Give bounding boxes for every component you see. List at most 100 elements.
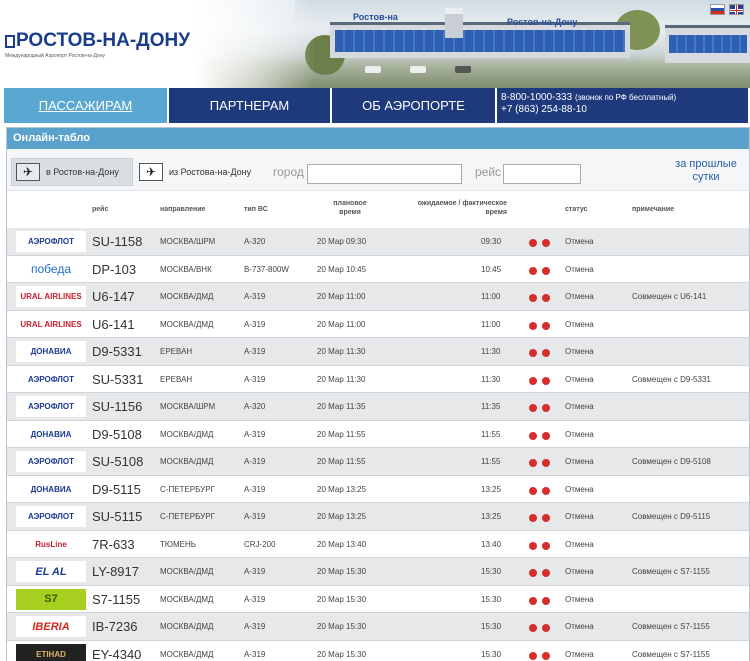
aircraft-type: A-320 (244, 237, 266, 246)
airline-logo: EL AL (16, 561, 86, 582)
flight-number: S7-1155 (92, 591, 141, 607)
flight-number: LY-8917 (92, 564, 139, 579)
photo-sign-left: Ростов-на (353, 12, 398, 22)
table-row: ETIHAD EY-4340 МОСКВА/ДМД A-319 20 Мар 15:30… (7, 640, 749, 661)
flight-direction: МОСКВА/ШРМ (160, 402, 216, 411)
planned-time: 20 Мар 11:00 (317, 292, 366, 301)
flight-direction: МОСКВА/ДМД (160, 649, 214, 659)
status-dot-icon (529, 349, 537, 357)
status-dot-icon (542, 349, 550, 357)
airline-logo: ДОНАВИА (16, 423, 86, 445)
logo-title: РОСТОВ-НА-ДОНУ (16, 30, 191, 51)
nav-passengers[interactable]: ПАССАЖИРАМ (4, 88, 167, 123)
airline-logo: S7 (16, 588, 86, 610)
table-row: RusLine 7R-633 ТЮМЕНЬ CRJ-200 20 Мар 13:40 13… (7, 530, 749, 558)
table-row: URAL AIRLINES U6-147 МОСКВА/ДМД A-319 20 Мар… (7, 283, 749, 311)
flight-note: Совмещен с D9-5108 (632, 457, 711, 466)
flight-number: DP-103 (92, 261, 137, 277)
flight-direction: ЕРЕВАН (160, 347, 193, 356)
flight-input[interactable] (503, 164, 581, 184)
actual-time: 15:30 (481, 649, 502, 659)
flight-note: Совмещен с U6-141 (632, 292, 707, 301)
flight-number: SU-5108 (92, 454, 144, 469)
status-dot-icon (542, 266, 550, 275)
planned-time: 20 Мар 11:55 (317, 429, 366, 439)
status-dot-icon (529, 376, 537, 385)
aircraft-type: A-319 (244, 622, 266, 631)
flight-status: Отмена (565, 429, 594, 439)
contact-phone-free[interactable]: 8-800-1000-333 (501, 92, 572, 103)
flight-direction: МОСКВА/ДМД (160, 567, 214, 576)
flag-en-icon[interactable] (729, 4, 744, 15)
flight-note: Совмещен с S7-1155 (632, 649, 710, 659)
status-dot-icon (542, 294, 550, 302)
contact-phone[interactable]: +7 (863) 254-88-10 (501, 104, 744, 116)
planned-time: 20 Мар 10:45 (317, 264, 367, 274)
city-input[interactable] (307, 164, 462, 184)
status-dot-icon (542, 321, 550, 330)
status-dot-icon (542, 514, 550, 522)
table-row: URAL AIRLINES U6-141 МОСКВА/ДМД A-319 20 Мар… (7, 310, 749, 338)
actual-time: 11:55 (481, 457, 501, 466)
tab-arrivals[interactable]: ✈ в Ростов-на-Дону (11, 158, 133, 186)
nav-partners[interactable]: ПАРТНЕРАМ (169, 88, 330, 123)
city-label: город (273, 165, 304, 179)
flight-number: SU-1156 (92, 399, 143, 414)
photo-sign-right: Ростов-на-Дону (507, 17, 578, 27)
aircraft-type: A-319 (244, 512, 266, 521)
status-dot-icon (542, 541, 550, 550)
aircraft-type: A-319 (244, 292, 266, 301)
airline-logo: URAL AIRLINES (16, 313, 86, 335)
site-header: РОСТОВ-НА-ДОНУ Международный Аэропорт Ро… (0, 0, 750, 88)
past-day-link[interactable]: за прошлые сутки (673, 158, 739, 184)
flight-number: 7R-633 (92, 536, 135, 552)
table-row: АЭРОФЛОТ SU-1156 МОСКВА/ШРМ A-320 20 Мар 11:… (7, 393, 749, 421)
status-dot-icon (542, 431, 550, 440)
planned-time: 20 Мар 11:00 (317, 319, 366, 329)
table-row: АЭРОФЛОТ SU-1158 МОСКВА/ШРМ A-320 20 Мар 09:… (7, 228, 749, 256)
actual-time: 13:25 (481, 512, 502, 521)
logo-mark-icon (5, 34, 15, 48)
aircraft-type: B-737-800W (244, 264, 289, 274)
table-row: АЭРОФЛОТ SU-5108 МОСКВА/ДМД A-319 20 Мар 11:… (7, 448, 749, 476)
airline-logo: IBERIA (16, 616, 86, 637)
actual-time: 11:30 (481, 374, 501, 384)
header-planned: плановое время (333, 200, 367, 216)
flag-ru-icon[interactable] (710, 4, 725, 15)
table-body: АЭРОФЛОТ SU-1158 МОСКВА/ШРМ A-320 20 Мар 09:… (7, 228, 749, 661)
airline-logo: ДОНАВИА (16, 341, 86, 362)
status-dot-icon (529, 596, 537, 605)
table-row: EL AL LY-8917 МОСКВА/ДМД A-319 20 Мар 15:30 1… (7, 558, 749, 586)
flight-status: Отмена (565, 319, 594, 329)
status-dot-icon (529, 569, 537, 577)
header-note: примечание (632, 206, 675, 213)
aircraft-type: A-319 (244, 567, 266, 576)
flight-direction: МОСКВА/ДМД (160, 457, 214, 466)
aircraft-type: A-319 (244, 457, 266, 466)
status-dot-icon (542, 459, 550, 467)
flight-number: D9-5331 (92, 344, 142, 359)
nav-about-airport[interactable]: ОБ АЭРОПОРТЕ (332, 88, 495, 123)
plane-arrival-icon: ✈ (16, 163, 40, 181)
table-row: S7 S7-1155 МОСКВА/ДМД A-319 20 Мар 15:30 15:3… (7, 585, 749, 613)
actual-time: 11:35 (481, 402, 501, 411)
actual-time: 09:30 (481, 237, 502, 246)
actual-time: 15:30 (481, 622, 502, 631)
table-row: ДОНАВИА D9-5331 ЕРЕВАН A-319 20 Мар 11:30 11:… (7, 338, 749, 366)
site-logo[interactable]: РОСТОВ-НА-ДОНУ Международный Аэропорт Ро… (5, 30, 190, 59)
table-row: ДОНАВИА D9-5115 С-ПЕТЕРБУРГ A-319 20 Мар 13:… (7, 475, 749, 503)
planned-time: 20 Мар 13:40 (317, 539, 367, 549)
actual-time: 13:40 (481, 539, 502, 549)
flight-direction: С-ПЕТЕРБУРГ (160, 484, 215, 494)
tab-departures[interactable]: ✈ из Ростова-на-Дону (139, 158, 269, 186)
flight-note: Совмещен с S7-1155 (632, 622, 710, 631)
flight-number: D9-5108 (92, 426, 142, 442)
aircraft-type: CRJ-200 (244, 539, 276, 549)
status-dot-icon (542, 404, 550, 412)
actual-time: 11:30 (481, 347, 501, 356)
planned-time: 20 Мар 11:55 (317, 457, 366, 466)
flight-direction: МОСКВА/ШРМ (160, 237, 216, 246)
flight-number: SU-1158 (92, 234, 143, 249)
aircraft-type: A-320 (244, 402, 266, 411)
flight-number: U6-147 (92, 289, 135, 304)
